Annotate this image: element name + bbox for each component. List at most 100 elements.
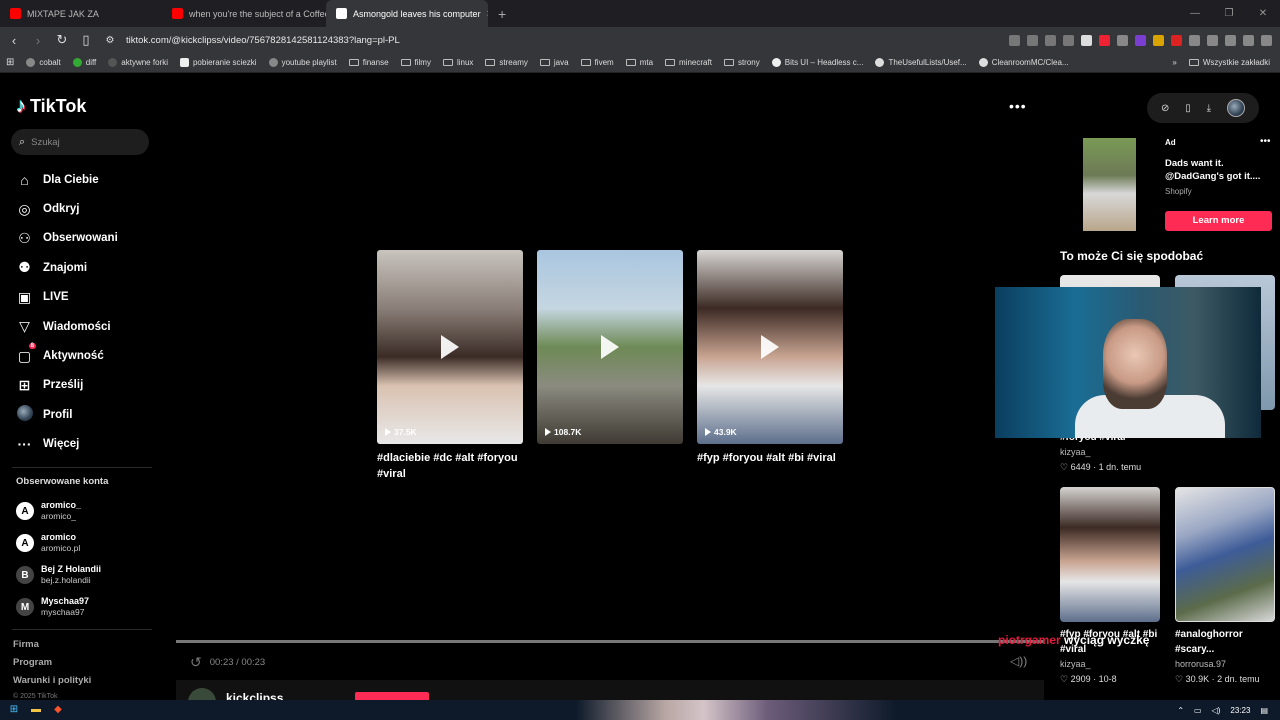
- extension-icon[interactable]: [1135, 34, 1146, 46]
- bookmark-folder[interactable]: finanse: [343, 58, 395, 67]
- notifications-icon[interactable]: ▤: [1260, 706, 1268, 715]
- followed-account[interactable]: B Bej Z Holandii bej.z.holandii: [16, 559, 101, 591]
- nav-profil[interactable]: Profil: [16, 400, 118, 429]
- bookmark-item[interactable]: diff: [67, 58, 103, 67]
- replay-icon[interactable]: ↺: [190, 654, 202, 671]
- apps-icon[interactable]: ⊞: [0, 57, 20, 68]
- extension-icon[interactable]: [1063, 34, 1074, 46]
- tab-asmongold[interactable]: Asmongold leaves his computer ×: [326, 0, 488, 27]
- extension-icon[interactable]: [1153, 34, 1164, 46]
- new-tab-icon[interactable]: +: [498, 6, 506, 22]
- bookmark-item[interactable]: cobalt: [20, 58, 66, 67]
- phone-icon[interactable]: ▯: [1185, 103, 1191, 114]
- minimize-icon[interactable]: —: [1178, 0, 1212, 27]
- recommended-user[interactable]: horrorusa.97: [1175, 657, 1275, 672]
- extension-icon[interactable]: [1045, 34, 1056, 46]
- bookmark-folder[interactable]: fivem: [575, 58, 620, 67]
- author-name[interactable]: kickclipss: [226, 691, 283, 700]
- recommended-user[interactable]: kizyaa_: [1060, 445, 1141, 460]
- video-thumbnail[interactable]: 108.7K: [537, 250, 683, 444]
- site-info-icon[interactable]: ⚙: [100, 35, 120, 46]
- bookmark-folder[interactable]: mta: [620, 58, 659, 67]
- extension-icon[interactable]: [1099, 34, 1110, 46]
- forward-icon[interactable]: ›: [28, 33, 48, 48]
- close-window-icon[interactable]: ✕: [1246, 0, 1280, 27]
- nav-przeslij[interactable]: ⊞ Prześlij: [16, 371, 118, 400]
- bookmark-folder[interactable]: strony: [718, 58, 766, 67]
- footer-link[interactable]: Warunki i polityki: [13, 675, 91, 693]
- bookmark-item[interactable]: aktywne forki: [102, 58, 174, 67]
- maximize-icon[interactable]: ❐: [1212, 0, 1246, 27]
- bookmark-icon[interactable]: ▯: [76, 32, 96, 48]
- bookmark-item[interactable]: Bits UI – Headless c...: [766, 58, 870, 67]
- more-options-icon[interactable]: •••: [1009, 98, 1027, 114]
- footer-link[interactable]: Program: [13, 657, 91, 675]
- extension-icon[interactable]: [1117, 34, 1128, 46]
- file-explorer-icon[interactable]: ▬: [28, 704, 44, 716]
- recommended-tags[interactable]: #analoghorror #scary...: [1175, 627, 1275, 657]
- footer-link[interactable]: Firma: [13, 639, 91, 657]
- url-field[interactable]: tiktok.com/@kickclipss/video/75678281425…: [126, 35, 906, 46]
- avatar[interactable]: [1227, 99, 1245, 117]
- nav-wiadomosci[interactable]: ▽ Wiadomości: [16, 312, 118, 341]
- followed-account[interactable]: A aromico_ aromico_: [16, 495, 101, 527]
- tab-mixtape[interactable]: MIXTAPE JAK ZA: [0, 0, 162, 27]
- reload-icon[interactable]: ↻: [52, 32, 72, 48]
- nav-aktywnosc[interactable]: ▢ 8 Aktywność: [16, 341, 118, 370]
- nav-wiecej[interactable]: ··· Więcej: [16, 430, 118, 459]
- author-avatar[interactable]: [188, 688, 216, 700]
- bookmark-item[interactable]: CleanroomMC/Clea...: [973, 58, 1075, 67]
- extension-icon[interactable]: [1027, 34, 1038, 46]
- bookmark-item[interactable]: youtube playlist: [263, 58, 343, 67]
- playlist-icon[interactable]: [1243, 34, 1254, 46]
- extension-icon[interactable]: [1189, 34, 1200, 46]
- followed-account[interactable]: M Myschaa97 myschaa97: [16, 591, 101, 623]
- volume-icon[interactable]: ◁)): [1010, 654, 1027, 668]
- puzzle-icon[interactable]: [1207, 34, 1218, 46]
- video-caption[interactable]: #dlaciebie #dc #alt #foryou #viral: [377, 450, 527, 482]
- brave-browser-icon[interactable]: ◆: [50, 704, 66, 716]
- back-icon[interactable]: ‹: [4, 33, 24, 48]
- learn-more-button[interactable]: Learn more: [1165, 211, 1272, 231]
- ad-options-icon[interactable]: •••: [1260, 136, 1271, 147]
- nav-obserwowani[interactable]: ⚇ Obserwowani: [16, 224, 118, 253]
- sidebar-icon[interactable]: [1225, 34, 1236, 46]
- more-bookmarks-icon[interactable]: »: [1166, 58, 1182, 67]
- close-icon[interactable]: ×: [487, 8, 488, 20]
- bookmark-folder[interactable]: linux: [437, 58, 479, 67]
- speaker-icon[interactable]: ◁): [1212, 706, 1221, 715]
- chevron-up-icon[interactable]: ⌃: [1177, 706, 1184, 715]
- bookmark-folder[interactable]: streamy: [479, 58, 533, 67]
- shield-icon[interactable]: [1081, 34, 1092, 46]
- followed-account[interactable]: A aromico aromico.pl: [16, 527, 101, 559]
- ad-image[interactable]: [1083, 138, 1136, 231]
- recommended-video[interactable]: [1175, 487, 1275, 622]
- recommended-video[interactable]: [1060, 487, 1160, 622]
- bookmark-folder[interactable]: java: [534, 58, 575, 67]
- windows-start-icon[interactable]: ⊞: [6, 704, 22, 716]
- video-thumbnail[interactable]: 43.9K: [697, 250, 843, 444]
- video-thumbnail[interactable]: 37.5K: [377, 250, 523, 444]
- tab-coffeez[interactable]: when you're the subject of a Coffeez: [162, 0, 326, 27]
- tiktok-logo[interactable]: ♪ TikTok: [16, 95, 86, 118]
- recommended-user[interactable]: kizyaa_: [1060, 657, 1170, 672]
- network-icon[interactable]: ▭: [1194, 706, 1202, 715]
- coin-icon[interactable]: ⊘: [1161, 103, 1169, 114]
- download-icon[interactable]: ⤓: [1207, 103, 1211, 114]
- extension-icon[interactable]: [1171, 34, 1182, 46]
- bookmark-item[interactable]: TheUsefulLists/Usef...: [869, 58, 972, 67]
- follow-button[interactable]: [355, 692, 429, 700]
- bookmark-item[interactable]: pobieranie sciezki: [174, 58, 263, 67]
- nav-odkryj[interactable]: ◎ Odkryj: [16, 194, 118, 223]
- bookmark-folder[interactable]: filmy: [395, 58, 437, 67]
- all-bookmarks[interactable]: Wszystkie zakładki: [1183, 58, 1276, 67]
- bookmark-folder[interactable]: minecraft: [659, 58, 718, 67]
- nav-live[interactable]: ▣ LIVE: [16, 283, 118, 312]
- video-progress-bar[interactable]: [176, 640, 1044, 643]
- nav-znajomi[interactable]: ⚉ Znajomi: [16, 253, 118, 282]
- clock[interactable]: 23:23: [1230, 706, 1250, 715]
- menu-icon[interactable]: [1261, 34, 1272, 46]
- nav-dla-ciebie[interactable]: ⌂ Dla Ciebie: [16, 165, 118, 194]
- extension-icon[interactable]: [1009, 34, 1020, 46]
- search-input[interactable]: ⌕ Szukaj: [11, 129, 149, 155]
